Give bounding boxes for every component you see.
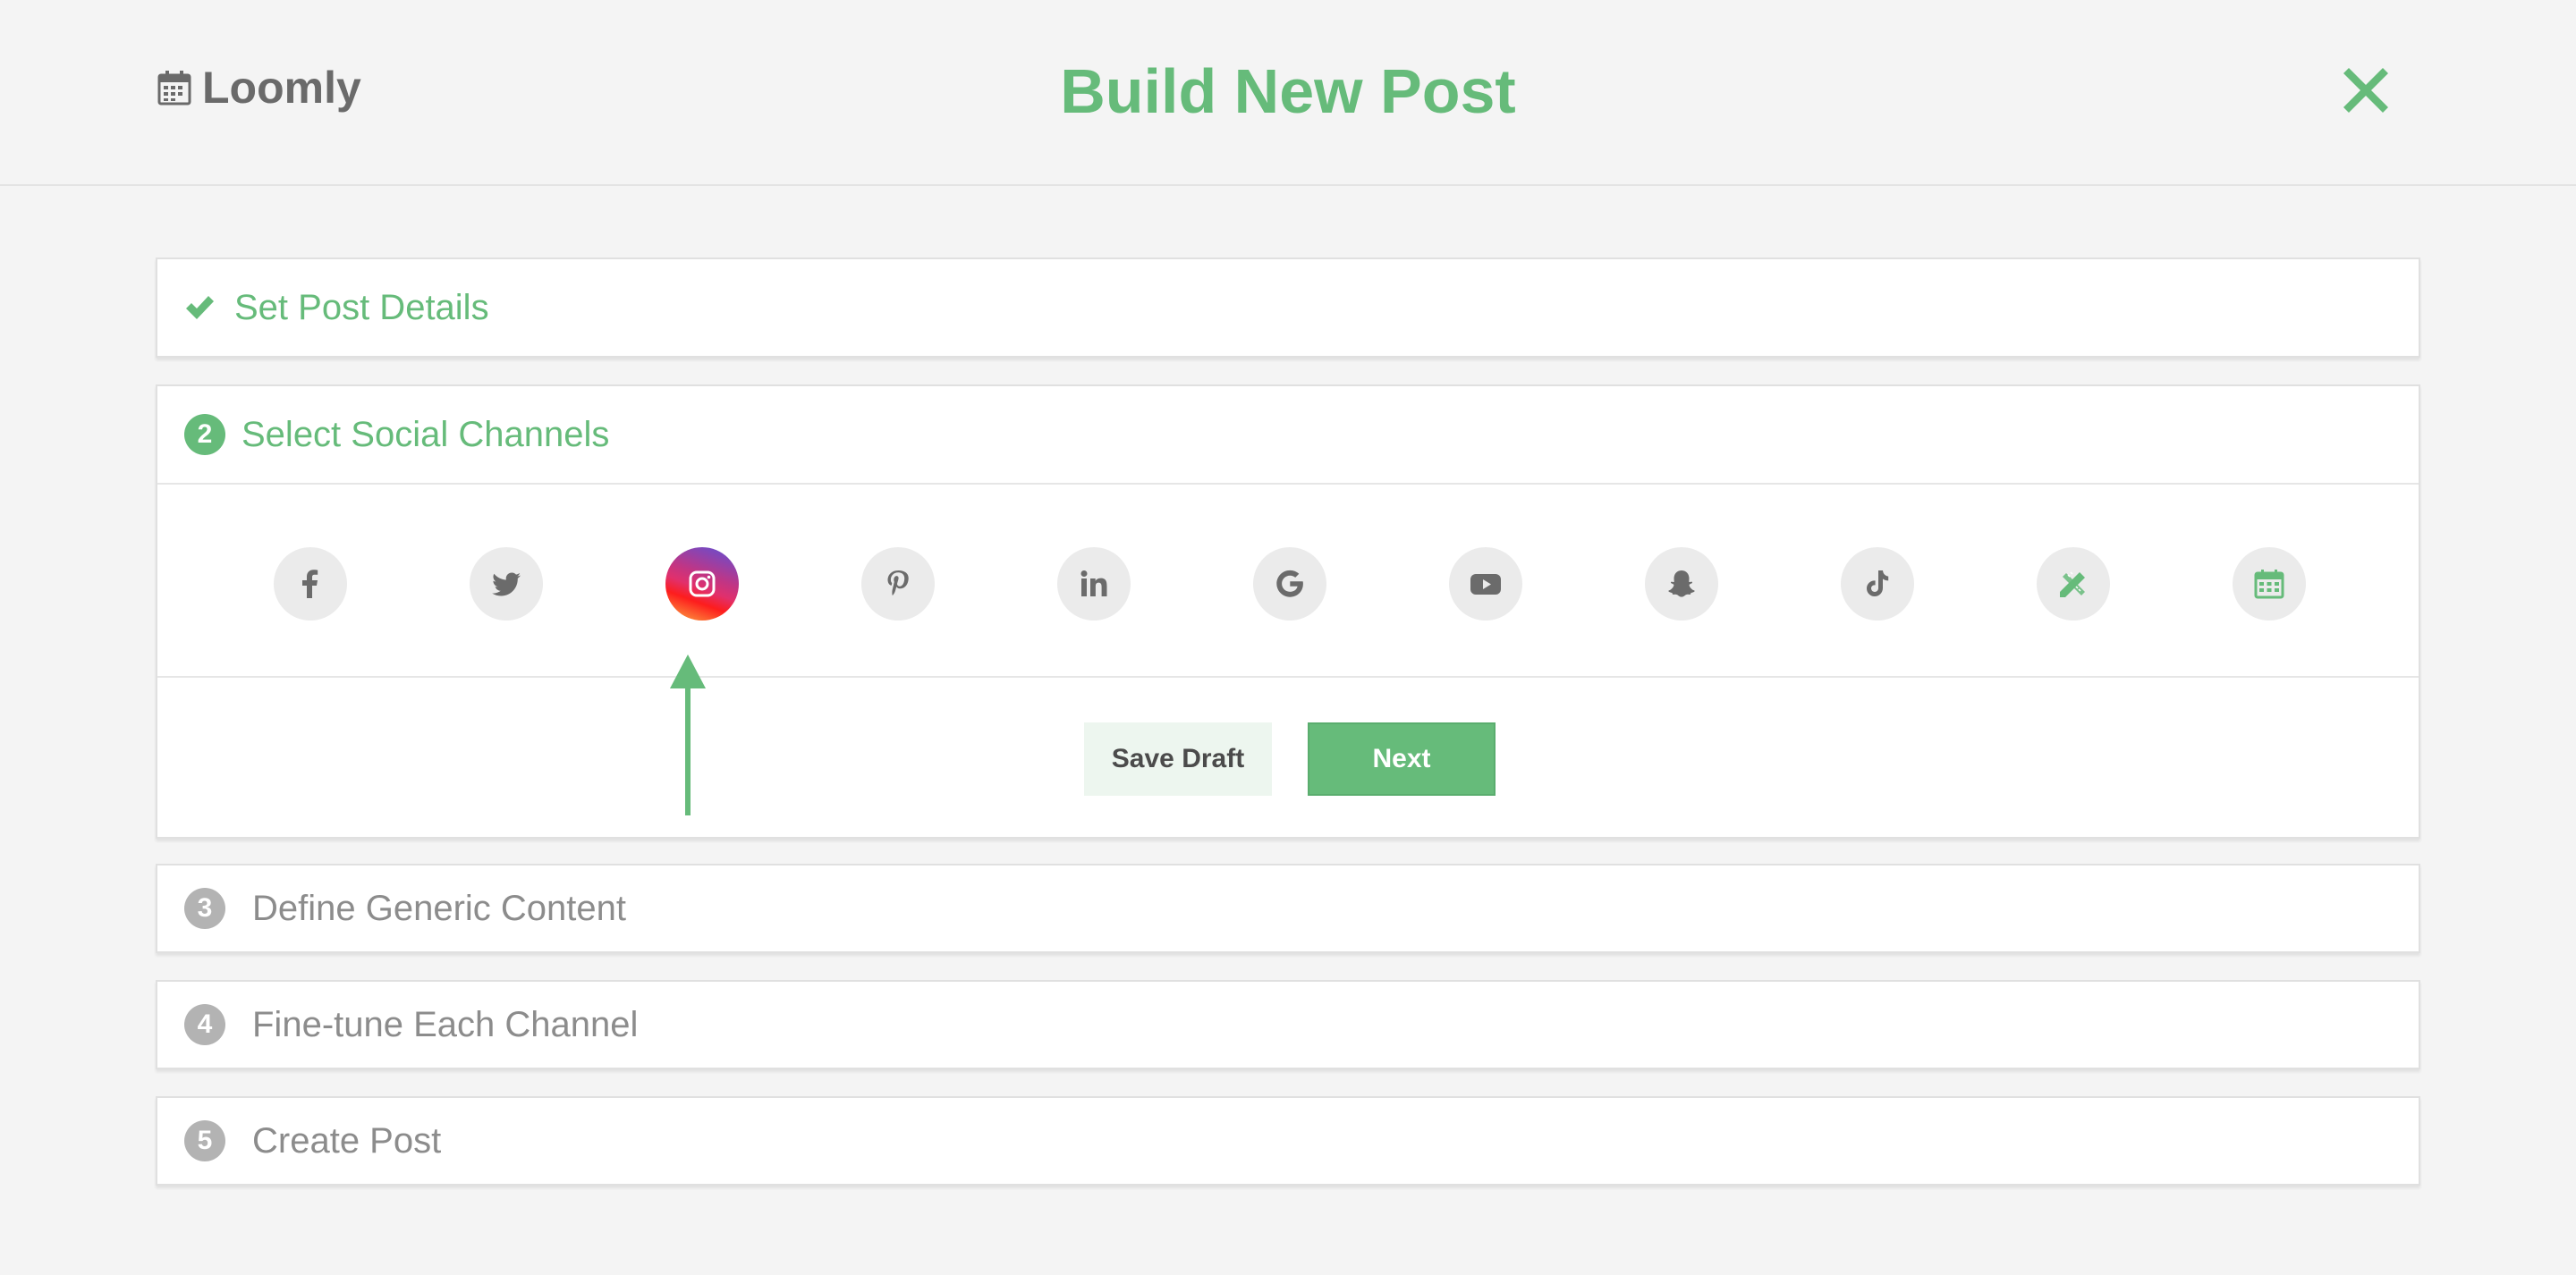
step-label: Define Generic Content (252, 888, 627, 928)
snapchat-icon (1668, 570, 1695, 597)
step-set-post-details[interactable]: Set Post Details (156, 258, 2420, 358)
check-icon (184, 292, 234, 323)
twitter-icon (492, 572, 521, 596)
step-number: 4 (184, 1004, 225, 1045)
pinterest-icon (887, 570, 909, 595)
channel-custom[interactable] (2037, 547, 2110, 621)
facebook-icon (302, 570, 318, 598)
channel-calendar[interactable] (2233, 547, 2306, 621)
step-select-social-channels: 2 Select Social Channels Save Draft Next (156, 384, 2420, 839)
channel-instagram[interactable] (665, 547, 739, 621)
instagram-icon (689, 570, 716, 597)
step-fine-tune-each-channel[interactable]: 4 Fine-tune Each Channel (156, 980, 2420, 1069)
channel-google[interactable] (1253, 547, 1326, 621)
close-button[interactable] (2340, 64, 2392, 116)
save-draft-button[interactable]: Save Draft (1084, 722, 1272, 796)
next-button[interactable]: Next (1308, 722, 1496, 796)
close-icon (2343, 68, 2388, 113)
step-label: Set Post Details (234, 287, 489, 327)
youtube-icon (1470, 574, 1501, 595)
step-number: 3 (184, 888, 225, 929)
step-label: Create Post (252, 1120, 442, 1161)
channel-facebook[interactable] (274, 547, 347, 621)
step-number: 2 (184, 414, 225, 455)
pencil-ruler-icon (2060, 571, 2085, 597)
step-number: 5 (184, 1120, 225, 1161)
channel-tiktok[interactable] (1841, 547, 1914, 621)
channel-twitter[interactable] (470, 547, 543, 621)
channel-pinterest[interactable] (861, 547, 935, 621)
channel-youtube[interactable] (1449, 547, 1522, 621)
channel-linkedin[interactable] (1057, 547, 1131, 621)
calendar-icon (2254, 570, 2284, 599)
step-label: Select Social Channels (242, 414, 610, 454)
step-create-post[interactable]: 5 Create Post (156, 1096, 2420, 1186)
google-icon (1276, 570, 1303, 597)
page-title: Build New Post (1060, 56, 1516, 126)
channel-list (157, 483, 2419, 678)
step-define-generic-content[interactable]: 3 Define Generic Content (156, 864, 2420, 953)
tiktok-icon (1867, 570, 1889, 596)
header: Loomly Build New Post (0, 0, 2576, 186)
channel-snapchat[interactable] (1645, 547, 1718, 621)
step-label: Fine-tune Each Channel (252, 1004, 639, 1044)
linkedin-icon (1080, 570, 1107, 596)
step-actions: Save Draft Next (157, 678, 2419, 837)
arrow-up-icon (670, 654, 706, 815)
